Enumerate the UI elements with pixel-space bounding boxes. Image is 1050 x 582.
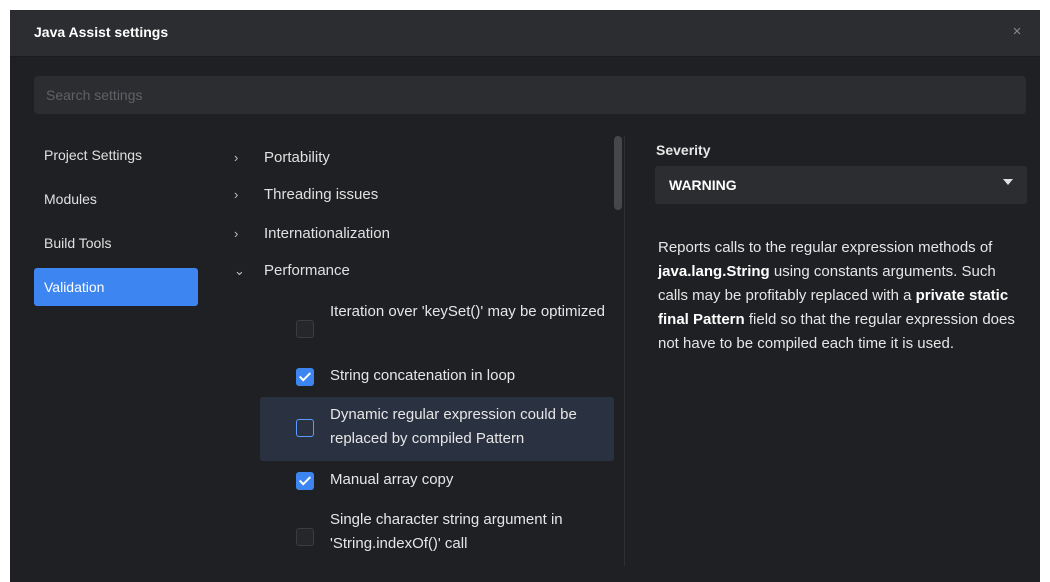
search-input[interactable] xyxy=(34,76,1026,114)
option-single-char-indexof[interactable]: Single character string argument in 'Str… xyxy=(260,504,614,560)
checkmark-icon[interactable] xyxy=(296,472,314,490)
option-label: Dynamic regular expression could be repl… xyxy=(330,406,577,447)
category-label: Portability xyxy=(264,149,330,166)
sidebar-item-build-tools[interactable]: Build Tools xyxy=(34,224,198,262)
chevron-right-icon: › xyxy=(234,187,239,202)
sidebar-item-modules[interactable]: Modules xyxy=(34,180,198,218)
sidebar-item-project-settings[interactable]: Project Settings xyxy=(34,136,198,174)
checkmark-icon[interactable] xyxy=(296,368,314,386)
option-manual-array-copy[interactable]: Manual array copy xyxy=(260,466,614,496)
tree-category-internationalization[interactable]: › Internationalization xyxy=(234,222,390,246)
option-label: Iteration over 'keySet()' may be optimiz… xyxy=(330,303,606,320)
chevron-right-icon: › xyxy=(234,150,239,165)
category-label: Threading issues xyxy=(264,186,379,203)
dialog-title: Java Assist settings xyxy=(34,24,169,40)
option-label: Manual array copy xyxy=(330,471,454,488)
severity-label: Severity xyxy=(656,142,711,158)
severity-value: WARNING xyxy=(669,177,737,193)
option-keyset-iteration[interactable]: Iteration over 'keySet()' may be optimiz… xyxy=(260,296,614,352)
sidebar-item-validation[interactable]: Validation xyxy=(34,268,198,306)
scrollbar-thumb[interactable] xyxy=(614,136,622,210)
checkbox[interactable] xyxy=(296,528,314,546)
tree-category-threading-issues[interactable]: › Threading issues xyxy=(234,183,378,207)
inspection-description: Reports calls to the regular expression … xyxy=(658,236,1028,356)
tree-category-performance[interactable]: ⌄ Performance xyxy=(234,259,350,283)
severity-dropdown[interactable]: WARNING xyxy=(655,166,1027,204)
option-dynamic-regex[interactable]: Dynamic regular expression could be repl… xyxy=(260,397,614,461)
close-icon[interactable]: × xyxy=(1006,21,1028,43)
checkbox[interactable] xyxy=(296,320,314,338)
option-label: String concatenation in loop xyxy=(330,367,516,384)
settings-dialog: Java Assist settings × Project Settings … xyxy=(10,10,1040,582)
panel-divider xyxy=(624,136,625,566)
option-string-concatenation[interactable]: String concatenation in loop xyxy=(260,362,614,392)
option-label: Single character string argument in 'Str… xyxy=(330,511,563,552)
category-label: Performance xyxy=(264,262,350,279)
description-text: Reports calls to the regular expression … xyxy=(658,239,993,256)
sidebar-nav: Project Settings Modules Build Tools Val… xyxy=(34,136,198,312)
tree-category-portability[interactable]: › Portability xyxy=(234,146,330,170)
title-bar: Java Assist settings × xyxy=(10,10,1040,57)
chevron-right-icon: › xyxy=(234,226,239,241)
description-code: java.lang.String xyxy=(658,263,770,280)
chevron-down-icon: ⌄ xyxy=(234,263,245,278)
category-label: Internationalization xyxy=(264,225,390,242)
caret-down-icon xyxy=(1003,179,1013,185)
checkbox[interactable] xyxy=(296,419,314,437)
